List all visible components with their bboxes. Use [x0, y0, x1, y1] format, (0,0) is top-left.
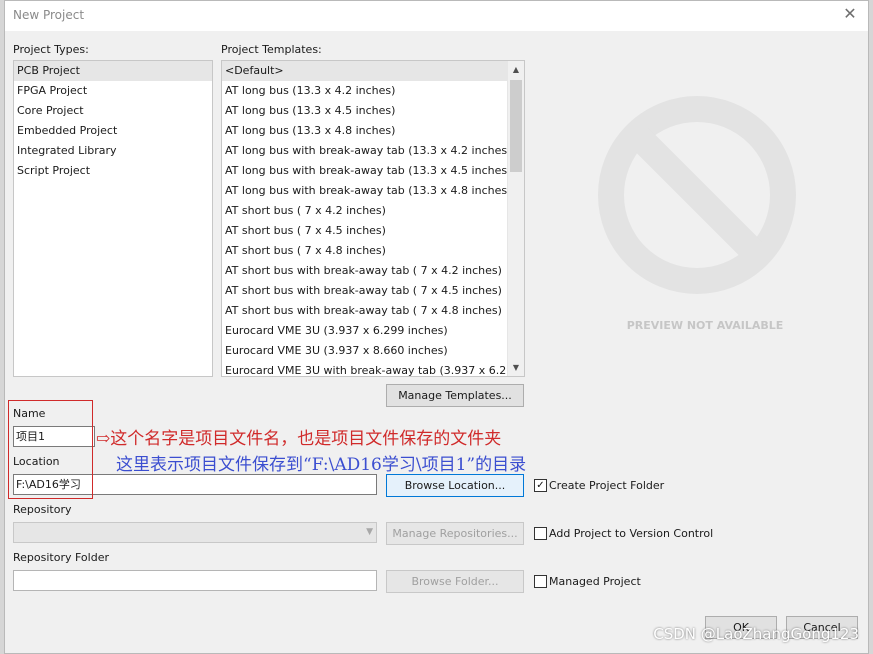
list-item[interactable]: Integrated Library: [14, 141, 212, 161]
managed-project-checkbox[interactable]: [534, 575, 547, 588]
project-types-list[interactable]: PCB Project FPGA Project Core Project Em…: [13, 60, 213, 377]
list-item[interactable]: Core Project: [14, 101, 212, 121]
repository-label: Repository: [13, 503, 72, 516]
list-item[interactable]: Embedded Project: [14, 121, 212, 141]
list-item[interactable]: AT short bus with break-away tab ( 7 x 4…: [222, 301, 507, 321]
list-item[interactable]: AT short bus with break-away tab ( 7 x 4…: [222, 261, 507, 281]
scroll-thumb[interactable]: [510, 80, 522, 172]
browse-location-button[interactable]: Browse Location...: [386, 474, 524, 497]
list-item[interactable]: AT short bus ( 7 x 4.5 inches): [222, 221, 507, 241]
manage-repositories-button[interactable]: Manage Repositories...: [386, 522, 524, 545]
project-templates-list[interactable]: <Default> AT long bus (13.3 x 4.2 inches…: [221, 60, 525, 377]
add-version-control-label: Add Project to Version Control: [549, 527, 714, 540]
list-item[interactable]: AT short bus ( 7 x 4.2 inches): [222, 201, 507, 221]
scroll-down-icon[interactable]: ▼: [508, 359, 524, 376]
project-types-label: Project Types:: [13, 43, 89, 56]
list-item[interactable]: PCB Project: [14, 61, 212, 81]
list-item[interactable]: Eurocard VME 3U with break-away tab (3.9…: [222, 361, 524, 376]
list-item[interactable]: FPGA Project: [14, 81, 212, 101]
manage-templates-button[interactable]: Manage Templates...: [386, 384, 524, 407]
list-item[interactable]: AT long bus (13.3 x 4.2 inches): [222, 81, 507, 101]
list-item[interactable]: AT short bus with break-away tab ( 7 x 4…: [222, 281, 507, 301]
managed-project-label: Managed Project: [549, 575, 641, 588]
annotation-highlight-box: [8, 400, 93, 499]
project-templates-label: Project Templates:: [221, 43, 322, 56]
add-version-control-checkbox[interactable]: [534, 527, 547, 540]
dialog-title: New Project: [13, 8, 85, 22]
repository-folder-label: Repository Folder: [13, 551, 109, 564]
list-item[interactable]: Eurocard VME 3U (3.937 x 6.299 inches): [222, 321, 507, 341]
create-project-folder-label: Create Project Folder: [549, 479, 665, 492]
list-item[interactable]: AT long bus (13.3 x 4.5 inches): [222, 101, 507, 121]
create-project-folder-checkbox[interactable]: ✓: [534, 479, 547, 492]
csdn-watermark: CSDN @LaoZhangGong123: [653, 625, 859, 643]
browse-folder-button[interactable]: Browse Folder...: [386, 570, 524, 593]
list-item[interactable]: AT short bus ( 7 x 4.8 inches): [222, 241, 507, 261]
close-icon[interactable]: ✕: [840, 4, 860, 24]
list-item[interactable]: Eurocard VME 3U (3.937 x 8.660 inches): [222, 341, 507, 361]
list-item[interactable]: AT long bus with break-away tab (13.3 x …: [222, 181, 511, 201]
list-item[interactable]: Script Project: [14, 161, 212, 181]
chevron-down-icon: ▼: [366, 527, 373, 537]
list-item[interactable]: AT long bus with break-away tab (13.3 x …: [222, 161, 511, 181]
preview-not-available-text: PREVIEW NOT AVAILABLE: [626, 319, 784, 332]
scroll-up-icon[interactable]: ▲: [508, 61, 524, 78]
title-bar: New Project ✕: [5, 1, 868, 31]
list-item[interactable]: AT long bus with break-away tab (13.3 x …: [222, 141, 511, 161]
repository-dropdown[interactable]: ▼: [13, 522, 377, 543]
repository-folder-input[interactable]: [13, 570, 377, 591]
templates-scrollbar[interactable]: ▲ ▼: [507, 61, 524, 376]
list-item[interactable]: AT long bus (13.3 x 4.8 inches): [222, 121, 507, 141]
annotation-text-red: ⇨这个名字是项目文件名，也是项目文件保存的文件夹: [96, 429, 502, 449]
new-project-dialog: New Project ✕ Project Types: PCB Project…: [4, 0, 869, 654]
annotation-text-blue: 这里表示项目文件保存到“F:\AD16学习\项目1”的目录: [116, 455, 527, 475]
no-preview-icon: [598, 96, 796, 294]
list-item[interactable]: <Default>: [222, 61, 507, 81]
